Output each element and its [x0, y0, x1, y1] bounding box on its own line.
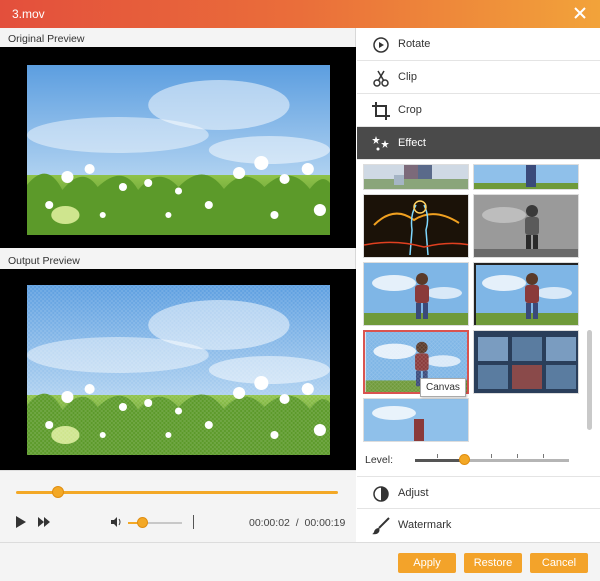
- output-preview: [0, 269, 356, 470]
- level-handle[interactable]: [459, 454, 471, 465]
- play-icon[interactable]: [14, 515, 28, 529]
- menu-crop-label: Crop: [398, 104, 422, 116]
- level-tick: [437, 454, 438, 458]
- menu-adjust-label: Adjust: [398, 487, 429, 499]
- original-preview-label: Original Preview: [8, 33, 85, 45]
- output-preview-label: Output Preview: [8, 255, 80, 267]
- total-time: 00:00:19: [304, 517, 346, 529]
- effect-stars-icon: [372, 136, 389, 151]
- fast-forward-icon[interactable]: [38, 517, 50, 527]
- gallery-scrollbar[interactable]: [587, 330, 592, 430]
- effect-gallery: Canvas: [357, 160, 600, 442]
- brush-icon: [372, 517, 390, 535]
- preview-panel: Original Preview Output Preview 00:00:02…: [0, 28, 356, 570]
- menu-crop[interactable]: Crop: [357, 94, 600, 127]
- apply-button[interactable]: Apply: [398, 553, 456, 573]
- tools-panel: Rotate Clip Crop Effect Canvas Level: Ad…: [357, 28, 600, 542]
- title-bar: 3.mov: [0, 0, 600, 28]
- effect-thumb-partial[interactable]: [363, 398, 469, 442]
- level-tick: [543, 454, 544, 458]
- cancel-button[interactable]: Cancel: [530, 553, 588, 573]
- scissors-icon: [373, 70, 389, 87]
- timecode: 00:00:02 / 00:00:19: [249, 517, 345, 529]
- effect-thumb-neon[interactable]: [363, 194, 469, 258]
- current-time: 00:00:02: [249, 517, 290, 529]
- effect-thumb-mosaic[interactable]: [363, 164, 469, 190]
- footer-bar: Apply Restore Cancel: [0, 542, 600, 581]
- level-label: Level:: [365, 454, 394, 466]
- restore-button[interactable]: Restore: [464, 553, 522, 573]
- progress-handle[interactable]: [51, 486, 64, 498]
- menu-clip-label: Clip: [398, 71, 417, 83]
- effect-thumb-normal[interactable]: [363, 262, 469, 326]
- window-title: 3.mov: [12, 7, 45, 21]
- effect-thumb-emboss[interactable]: [473, 194, 579, 258]
- menu-watermark[interactable]: Watermark: [357, 509, 600, 542]
- effect-tooltip: Canvas: [420, 378, 466, 397]
- effect-thumb-sky[interactable]: [473, 164, 579, 190]
- volume-icon[interactable]: [110, 516, 122, 528]
- crop-icon: [372, 102, 390, 120]
- menu-watermark-label: Watermark: [398, 519, 452, 531]
- menu-clip[interactable]: Clip: [357, 61, 600, 94]
- level-fill: [415, 459, 465, 462]
- level-tick: [517, 454, 518, 458]
- adjust-icon: [373, 486, 389, 502]
- menu-effect[interactable]: Effect: [357, 127, 600, 160]
- close-icon[interactable]: [572, 5, 588, 21]
- rotate-icon: [373, 37, 389, 53]
- effect-thumb-tiles[interactable]: [473, 330, 579, 394]
- menu-rotate-label: Rotate: [398, 38, 431, 50]
- original-preview: [0, 47, 356, 248]
- volume-handle[interactable]: [136, 517, 148, 528]
- effect-thumb-frame[interactable]: [473, 262, 579, 326]
- level-tick: [491, 454, 492, 458]
- menu-rotate[interactable]: Rotate: [357, 28, 600, 61]
- progress-bar[interactable]: [16, 491, 338, 494]
- control-divider: [193, 515, 194, 529]
- time-separator: /: [295, 517, 299, 529]
- menu-effect-label: Effect: [398, 137, 426, 149]
- menu-adjust[interactable]: Adjust: [357, 476, 600, 509]
